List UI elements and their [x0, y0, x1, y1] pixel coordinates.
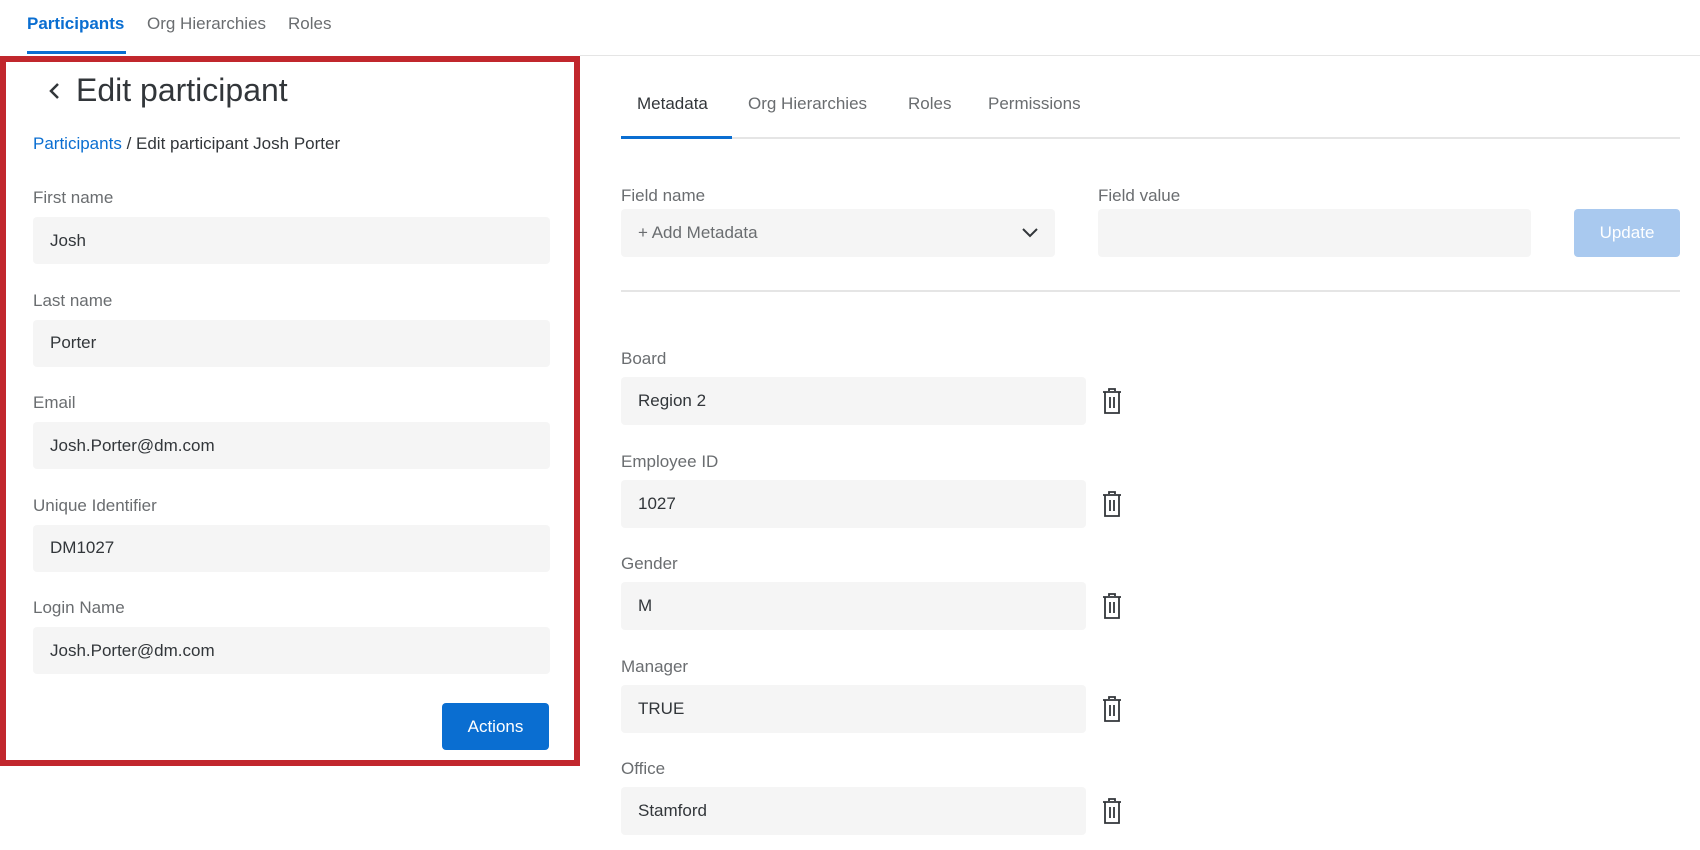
- trash-icon[interactable]: [1101, 490, 1123, 518]
- field-label: Login Name: [33, 598, 125, 618]
- metadata-value-input[interactable]: Region 2: [621, 377, 1086, 425]
- field-input[interactable]: DM1027: [33, 525, 550, 572]
- breadcrumb: Participants / Edit participant Josh Por…: [33, 134, 340, 154]
- divider: [580, 55, 1700, 56]
- update-button[interactable]: Update: [1574, 209, 1680, 257]
- breadcrumb-current: / Edit participant Josh Porter: [127, 134, 341, 153]
- back-chevron-icon[interactable]: [44, 78, 66, 104]
- active-tab-indicator: [621, 136, 732, 139]
- chevron-down-icon: [1021, 226, 1039, 240]
- field-name-value: + Add Metadata: [638, 223, 758, 243]
- tab-divider: [621, 137, 1680, 139]
- tab-roles-detail[interactable]: Roles: [908, 94, 951, 114]
- metadata-label: Board: [621, 349, 666, 369]
- trash-icon[interactable]: [1101, 592, 1123, 620]
- field-input[interactable]: Josh: [33, 217, 550, 264]
- metadata-value-input[interactable]: M: [621, 582, 1086, 630]
- metadata-label: Employee ID: [621, 452, 718, 472]
- tab-org-hierarchies-detail[interactable]: Org Hierarchies: [748, 94, 867, 114]
- actions-button[interactable]: Actions: [442, 703, 549, 750]
- metadata-label: Office: [621, 759, 665, 779]
- trash-icon[interactable]: [1101, 695, 1123, 723]
- trash-icon[interactable]: [1101, 387, 1123, 415]
- field-name-label: Field name: [621, 186, 705, 206]
- metadata-label: Manager: [621, 657, 688, 677]
- field-input[interactable]: Porter: [33, 320, 550, 367]
- field-label: Unique Identifier: [33, 496, 157, 516]
- field-label: Last name: [33, 291, 112, 311]
- field-label: First name: [33, 188, 113, 208]
- field-input[interactable]: Josh.Porter@dm.com: [33, 627, 550, 674]
- field-input[interactable]: Josh.Porter@dm.com: [33, 422, 550, 469]
- metadata-label: Gender: [621, 554, 678, 574]
- trash-icon[interactable]: [1101, 797, 1123, 825]
- page-title: Edit participant: [76, 72, 288, 109]
- metadata-value-input[interactable]: Stamford: [621, 787, 1086, 835]
- metadata-value-input[interactable]: 1027: [621, 480, 1086, 528]
- tab-participants[interactable]: Participants: [27, 14, 124, 34]
- metadata-value-input[interactable]: TRUE: [621, 685, 1086, 733]
- tab-metadata[interactable]: Metadata: [637, 94, 708, 114]
- tab-permissions[interactable]: Permissions: [988, 94, 1081, 114]
- active-tab-indicator: [27, 51, 126, 54]
- field-label: Email: [33, 393, 76, 413]
- tab-roles[interactable]: Roles: [288, 14, 331, 34]
- field-value-label: Field value: [1098, 186, 1180, 206]
- breadcrumb-participants-link[interactable]: Participants: [33, 134, 122, 153]
- tab-org-hierarchies[interactable]: Org Hierarchies: [147, 14, 266, 34]
- field-value-input[interactable]: [1098, 209, 1531, 257]
- field-name-dropdown[interactable]: + Add Metadata: [621, 209, 1055, 257]
- divider: [621, 290, 1680, 292]
